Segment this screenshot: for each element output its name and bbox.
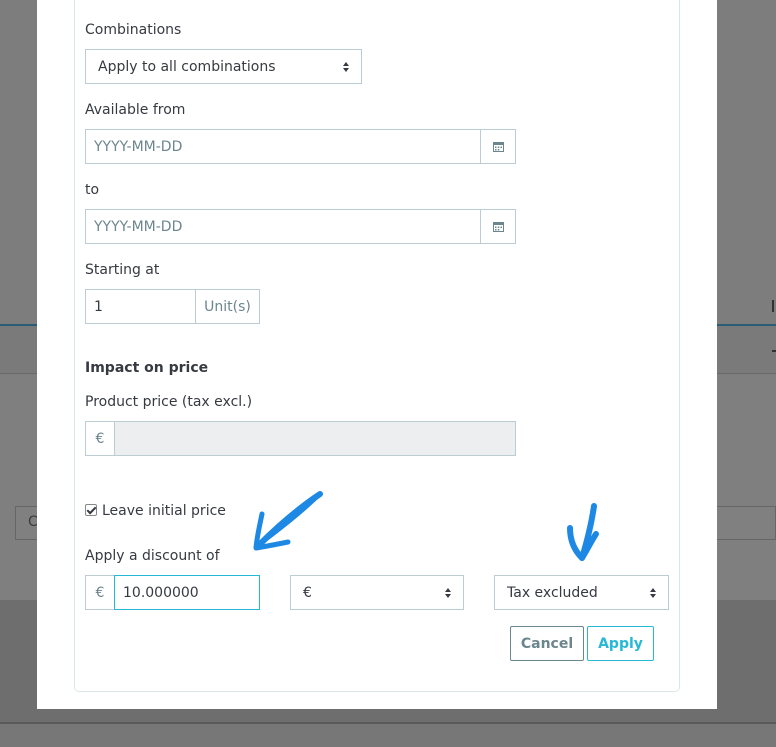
to-date-calendar-button[interactable]: [480, 209, 516, 244]
discount-amount-value: 10.000000: [123, 584, 199, 601]
starting-at-input[interactable]: 1: [85, 289, 196, 324]
background-edge-mark: [772, 300, 774, 312]
currency-symbol: €: [95, 584, 105, 601]
annotation-arrow-icon: [253, 491, 323, 551]
discount-type-select[interactable]: €: [290, 575, 464, 610]
available-from-calendar-button[interactable]: [480, 129, 516, 164]
combinations-selected-value: Apply to all combinations: [98, 58, 276, 75]
starting-at-value: 1: [94, 298, 103, 315]
combinations-label: Combinations: [85, 22, 182, 38]
discount-currency-addon: €: [85, 575, 115, 610]
product-price-label: Product price (tax excl.): [85, 394, 253, 410]
leave-initial-price-label: Leave initial price: [102, 503, 226, 519]
background-bottom-bar: [0, 722, 776, 747]
available-from-label: Available from: [85, 102, 186, 118]
calendar-icon: [492, 222, 504, 232]
unit-addon: Unit(s): [195, 289, 260, 324]
unit-label: Unit(s): [204, 298, 251, 315]
currency-symbol: €: [95, 430, 105, 447]
available-from-placeholder: YYYY-MM-DD: [94, 138, 183, 155]
product-price-currency-addon: €: [85, 421, 115, 456]
impact-on-price-heading: Impact on price: [85, 360, 209, 376]
discount-label: Apply a discount of: [85, 548, 220, 564]
starting-at-label: Starting at: [85, 262, 160, 278]
to-date-placeholder: YYYY-MM-DD: [94, 218, 183, 235]
available-from-input[interactable]: YYYY-MM-DD: [85, 129, 481, 164]
select-caret-icon: [650, 587, 656, 598]
annotation-arrow-icon: [567, 503, 599, 561]
cancel-button[interactable]: Cancel: [510, 626, 584, 661]
to-label: to: [85, 182, 100, 198]
tax-selected: Tax excluded: [507, 584, 598, 601]
tax-select[interactable]: Tax excluded: [494, 575, 669, 610]
to-date-input[interactable]: YYYY-MM-DD: [85, 209, 481, 244]
discount-amount-input[interactable]: 10.000000: [114, 575, 260, 610]
select-caret-icon: [343, 61, 349, 72]
leave-initial-price-checkbox[interactable]: [85, 504, 97, 516]
discount-type-selected: €: [303, 584, 312, 601]
combinations-select[interactable]: Apply to all combinations: [85, 49, 362, 84]
background-edge-mark: [772, 350, 776, 352]
select-caret-icon: [445, 587, 451, 598]
product-price-input: [114, 421, 516, 456]
apply-button[interactable]: Apply: [587, 626, 654, 661]
calendar-icon: [492, 142, 504, 152]
